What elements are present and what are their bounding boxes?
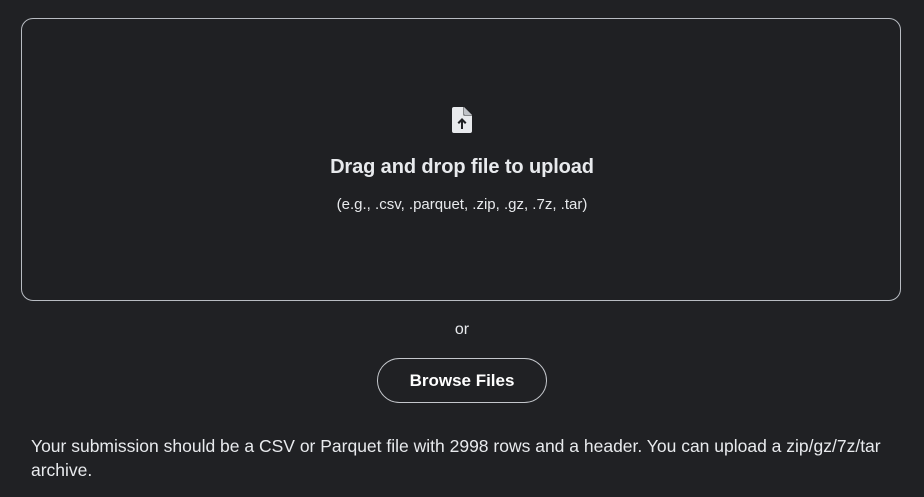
or-divider: or xyxy=(454,321,470,338)
browse-files-button[interactable]: Browse Files xyxy=(377,358,547,403)
file-upload-icon xyxy=(450,106,474,134)
submission-requirements-note: Your submission should be a CSV or Parqu… xyxy=(31,436,881,480)
dropzone-file-types-hint: (e.g., .csv, .parquet, .zip, .gz, .7z, .… xyxy=(336,196,588,213)
dropzone-title: Drag and drop file to upload xyxy=(330,156,594,178)
